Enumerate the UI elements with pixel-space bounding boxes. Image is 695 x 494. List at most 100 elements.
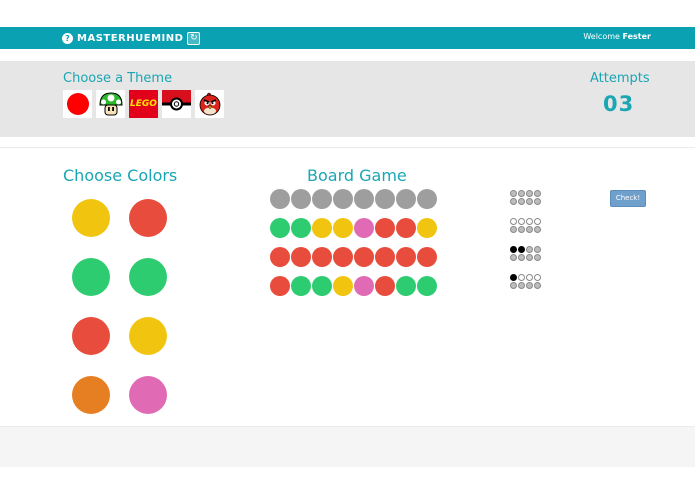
feedback-peg [510, 190, 517, 197]
feedback-peg [510, 246, 517, 253]
feedback-peg [526, 282, 533, 289]
attempts-label: Attempts [590, 71, 650, 86]
feedback-peg [534, 190, 541, 197]
color-choice[interactable] [72, 317, 110, 355]
board-peg [396, 218, 416, 238]
feedback-peg [518, 226, 525, 233]
board-peg [270, 218, 290, 238]
board-peg [333, 218, 353, 238]
choose-theme-title: Choose a Theme [63, 71, 173, 86]
board-peg [417, 276, 437, 296]
feedback-peg [526, 218, 533, 225]
feedback-peg [534, 274, 541, 281]
mushroom-icon [98, 92, 123, 116]
swirl-icon: ↻ [187, 31, 201, 45]
lego-logo: LEGO [130, 99, 157, 109]
board-peg [354, 247, 374, 267]
board-peg[interactable] [375, 189, 395, 209]
solid-colors-theme[interactable] [63, 90, 92, 118]
feedback-peg [510, 282, 517, 289]
board-peg[interactable] [291, 189, 311, 209]
feedback-peg [518, 198, 525, 205]
color-choice[interactable] [72, 376, 110, 414]
pokeball-icon [162, 90, 191, 118]
board-peg [417, 218, 437, 238]
color-choice[interactable] [129, 317, 167, 355]
board-peg [333, 276, 353, 296]
feedback-peg [510, 218, 517, 225]
check-button[interactable]: Check! [610, 190, 646, 207]
feedback-pegs [510, 218, 544, 235]
section-divider [0, 147, 695, 148]
feedback-peg [510, 254, 517, 261]
red-circle-icon [66, 93, 89, 115]
feedback-peg [534, 226, 541, 233]
feedback-peg [518, 254, 525, 261]
lego-theme[interactable]: LEGO [129, 90, 158, 118]
theme-options: LEGO [63, 90, 224, 118]
board-peg[interactable] [312, 189, 332, 209]
feedback-pegs [510, 246, 544, 263]
color-choice[interactable] [129, 199, 167, 237]
brand-name[interactable]: MASTERHUEMIND [77, 33, 183, 44]
board-peg [291, 276, 311, 296]
angry-bird-icon [199, 92, 220, 116]
color-choice[interactable] [72, 199, 110, 237]
welcome-prefix: Welcome [583, 32, 623, 41]
feedback-peg [526, 198, 533, 205]
attempts-count: 03 [603, 92, 635, 116]
feedback-peg [526, 246, 533, 253]
feedback-peg [510, 274, 517, 281]
angry-birds-theme[interactable] [195, 90, 224, 118]
feedback-peg [526, 190, 533, 197]
board-peg [333, 247, 353, 267]
board-peg[interactable] [396, 189, 416, 209]
feedback-pegs [510, 274, 544, 291]
board-peg [375, 218, 395, 238]
board-peg [375, 276, 395, 296]
board-peg [312, 218, 332, 238]
board-peg [291, 218, 311, 238]
color-choice[interactable] [129, 258, 167, 296]
feedback-peg [526, 274, 533, 281]
board-game-title: Board Game [307, 166, 407, 185]
board-peg [354, 218, 374, 238]
feedback-peg [534, 254, 541, 261]
choose-colors-title: Choose Colors [63, 166, 178, 185]
question-mark-icon: ? [62, 32, 73, 44]
feedback-peg [518, 282, 525, 289]
feedback-peg [526, 254, 533, 261]
feedback-peg [534, 246, 541, 253]
color-choice[interactable] [72, 258, 110, 296]
brand[interactable]: ? MASTERHUEMIND ↻ [62, 31, 201, 45]
welcome-message: Welcome Fester [583, 32, 651, 41]
user-name: Fester [622, 32, 651, 41]
feedback-peg [510, 198, 517, 205]
feedback-peg [518, 218, 525, 225]
board-peg [396, 276, 416, 296]
footer [0, 426, 695, 467]
board-peg[interactable] [354, 189, 374, 209]
board-peg [396, 247, 416, 267]
theme-panel: Choose a Theme LEGO Attempts 03 [0, 61, 695, 137]
board-peg [312, 247, 332, 267]
color-choice[interactable] [129, 376, 167, 414]
board-peg[interactable] [417, 189, 437, 209]
board-peg[interactable] [270, 189, 290, 209]
feedback-peg [534, 282, 541, 289]
feedback-peg [534, 198, 541, 205]
board-peg[interactable] [333, 189, 353, 209]
board-peg [417, 247, 437, 267]
feedback-pegs [510, 190, 544, 207]
board-peg [312, 276, 332, 296]
feedback-peg [526, 226, 533, 233]
mushroom-theme[interactable] [96, 90, 125, 118]
board-peg [270, 247, 290, 267]
feedback-peg [518, 274, 525, 281]
feedback-peg [510, 226, 517, 233]
top-navbar: ? MASTERHUEMIND ↻ Welcome Fester [0, 27, 695, 49]
pokeball-theme[interactable] [162, 90, 191, 118]
feedback-peg [518, 190, 525, 197]
feedback-peg [534, 218, 541, 225]
board-peg [270, 276, 290, 296]
